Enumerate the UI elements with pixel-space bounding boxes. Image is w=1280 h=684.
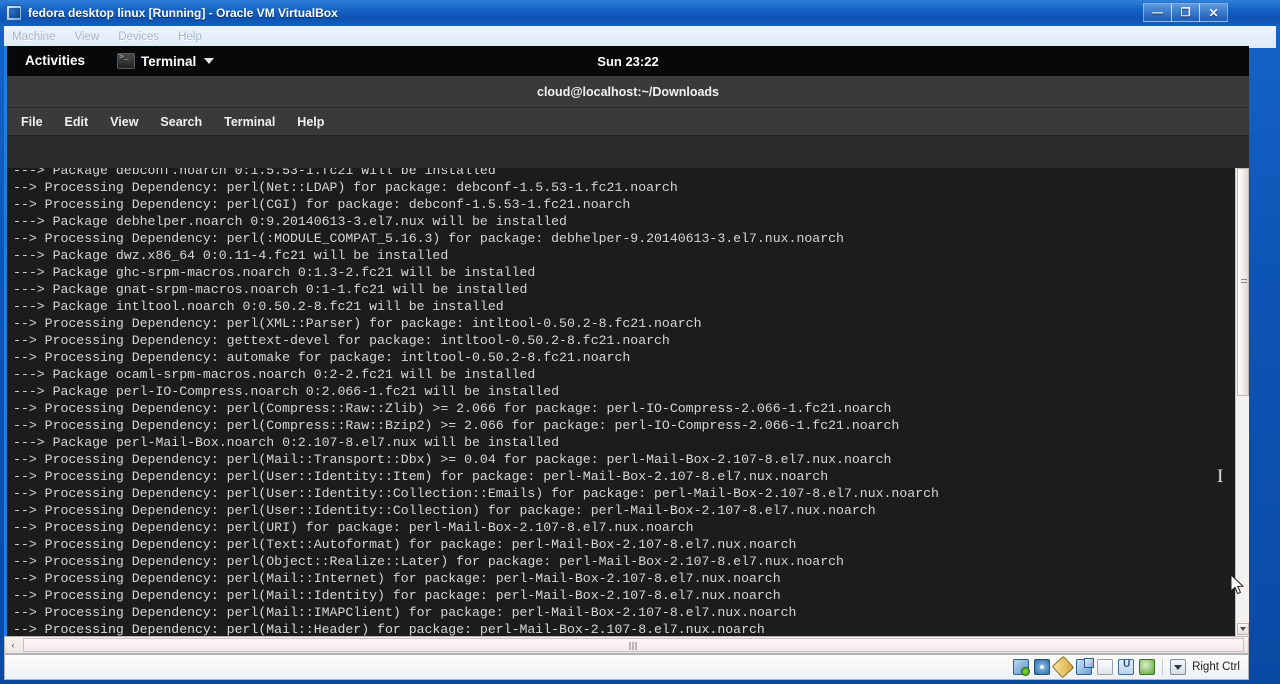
- guest-horizontal-scrollbar[interactable]: ‹: [4, 636, 1249, 654]
- terminal-menubar: File Edit View Search Terminal Help: [7, 108, 1249, 136]
- terminal-menu-help[interactable]: Help: [297, 115, 324, 129]
- terminal-line: --> Processing Dependency: perl(Mail::IM…: [13, 605, 797, 620]
- terminal-line: --> Processing Dependency: perl(User::Id…: [13, 486, 939, 501]
- host-key-indicator: Right Ctrl: [1170, 659, 1240, 675]
- terminal-line: --> Processing Dependency: automake for …: [13, 350, 631, 365]
- virtualbox-statusbar: Right Ctrl: [4, 654, 1249, 680]
- menu-item-help[interactable]: Help: [178, 31, 202, 43]
- terminal-output-area[interactable]: ---> Package debconf.noarch 0:1.5.53-1.f…: [7, 168, 1249, 636]
- terminal-line: --> Processing Dependency: perl(Mail::Id…: [13, 588, 781, 603]
- terminal-line: --> Processing Dependency: perl(URI) for…: [13, 520, 694, 535]
- terminal-menu-terminal[interactable]: Terminal: [224, 115, 275, 129]
- host-key-label: Right Ctrl: [1192, 661, 1240, 673]
- hard-disk-icon[interactable]: [1013, 659, 1031, 676]
- terminal-line: ---> Package perl-IO-Compress.noarch 0:2…: [13, 384, 560, 399]
- network-icon[interactable]: [1076, 658, 1095, 675]
- terminal-line: --> Processing Dependency: perl(XML::Par…: [13, 316, 702, 331]
- close-button[interactable]: ✕: [1199, 3, 1228, 22]
- host-key-icon: [1170, 659, 1187, 675]
- menu-item-devices[interactable]: Devices: [118, 31, 159, 43]
- maximize-button[interactable]: ❐: [1171, 3, 1200, 22]
- terminal-line: ---> Package debconf.noarch 0:1.5.53-1.f…: [13, 168, 496, 178]
- virtualbox-icon: [6, 5, 22, 21]
- scroll-left-arrow-icon[interactable]: ‹: [5, 637, 21, 653]
- terminal-line: ---> Package perl-Mail-Box.noarch 0:2.10…: [13, 435, 560, 450]
- mouse-cursor-icon: [1231, 575, 1245, 595]
- terminal-output: ---> Package debconf.noarch 0:1.5.53-1.f…: [13, 168, 1227, 636]
- app-menu-terminal[interactable]: Terminal: [111, 46, 220, 76]
- terminal-line: ---> Package intltool.noarch 0:0.50.2-8.…: [13, 299, 504, 314]
- app-menu-label: Terminal: [141, 53, 197, 69]
- menu-item-machine[interactable]: Machine: [12, 31, 55, 43]
- optical-disk-icon[interactable]: [1034, 659, 1051, 675]
- text-ibeam-cursor: [1217, 466, 1227, 488]
- floppy-disk-icon[interactable]: [1051, 655, 1075, 679]
- window-title: fedora desktop linux [Running] - Oracle …: [28, 6, 338, 20]
- virtualbox-window: fedora desktop linux [Running] - Oracle …: [0, 0, 1280, 684]
- terminal-line: --> Processing Dependency: perl(Compress…: [13, 401, 892, 416]
- terminal-title: cloud@localhost:~/Downloads: [537, 84, 719, 99]
- terminal-menu-file[interactable]: File: [21, 115, 43, 129]
- terminal-line: --> Processing Dependency: perl(User::Id…: [13, 503, 876, 518]
- horizontal-scrollbar-thumb[interactable]: [23, 638, 1244, 652]
- scrollbar-grip-icon: [629, 642, 638, 650]
- terminal-menu-edit[interactable]: Edit: [65, 115, 89, 129]
- terminal-line: ---> Package gnat-srpm-macros.noarch 0:1…: [13, 282, 528, 297]
- terminal-line: --> Processing Dependency: perl(User::Id…: [13, 469, 829, 484]
- usb-icon[interactable]: [1118, 659, 1135, 675]
- guest-screen-frame: Activities Terminal Sun 23:22 cloud@loca…: [4, 46, 1249, 636]
- terminal-line: --> Processing Dependency: perl(Mail::In…: [13, 571, 781, 586]
- terminal-line: --> Processing Dependency: perl(Text::Au…: [13, 537, 797, 552]
- terminal-line: --> Processing Dependency: gettext-devel…: [13, 333, 670, 348]
- gnome-top-bar: Activities Terminal Sun 23:22: [7, 46, 1249, 76]
- chevron-down-icon: [204, 58, 215, 64]
- guest-screen: Activities Terminal Sun 23:22 cloud@loca…: [7, 46, 1249, 636]
- terminal-line: --> Processing Dependency: perl(Mail::He…: [13, 622, 765, 636]
- terminal-line: --> Processing Dependency: perl(Mail::Tr…: [13, 452, 892, 467]
- terminal-menu-view[interactable]: View: [110, 115, 138, 129]
- terminal-line: ---> Package ocaml-srpm-macros.noarch 0:…: [13, 367, 536, 382]
- terminal-line: --> Processing Dependency: perl(Object::…: [13, 554, 844, 569]
- terminal-scroll-down-button[interactable]: [1237, 623, 1249, 635]
- virtualbox-menubar: Machine View Devices Help: [4, 26, 1276, 48]
- virtualbox-titlebar: fedora desktop linux [Running] - Oracle …: [0, 0, 1280, 26]
- terminal-line: --> Processing Dependency: perl(Net::LDA…: [13, 180, 678, 195]
- terminal-titlebar: cloud@localhost:~/Downloads: [7, 76, 1249, 108]
- window-controls: — ❐ ✕: [1143, 3, 1228, 22]
- terminal-line: ---> Package ghc-srpm-macros.noarch 0:1.…: [13, 265, 536, 280]
- terminal-line: ---> Package debhelper.noarch 0:9.201406…: [13, 214, 567, 229]
- mouse-integration-icon[interactable]: [1139, 659, 1156, 675]
- terminal-scrollbar-thumb[interactable]: [1237, 168, 1249, 396]
- statusbar-divider: [1162, 659, 1164, 675]
- terminal-menu-search[interactable]: Search: [160, 115, 202, 129]
- shared-folders-icon[interactable]: [1097, 659, 1114, 675]
- terminal-icon: [117, 53, 136, 69]
- terminal-line: --> Processing Dependency: perl(CGI) for…: [13, 197, 631, 212]
- terminal-line: ---> Package dwz.x86_64 0:0.11-4.fc21 wi…: [13, 248, 449, 263]
- minimize-button[interactable]: —: [1143, 3, 1172, 22]
- terminal-scrollbar[interactable]: [1235, 168, 1249, 636]
- activities-button[interactable]: Activities: [13, 46, 97, 76]
- terminal-line: --> Processing Dependency: perl(:MODULE_…: [13, 231, 844, 246]
- terminal-line: --> Processing Dependency: perl(Compress…: [13, 418, 900, 433]
- menu-item-view[interactable]: View: [74, 31, 99, 43]
- terminal-window: cloud@localhost:~/Downloads File Edit Vi…: [7, 76, 1249, 636]
